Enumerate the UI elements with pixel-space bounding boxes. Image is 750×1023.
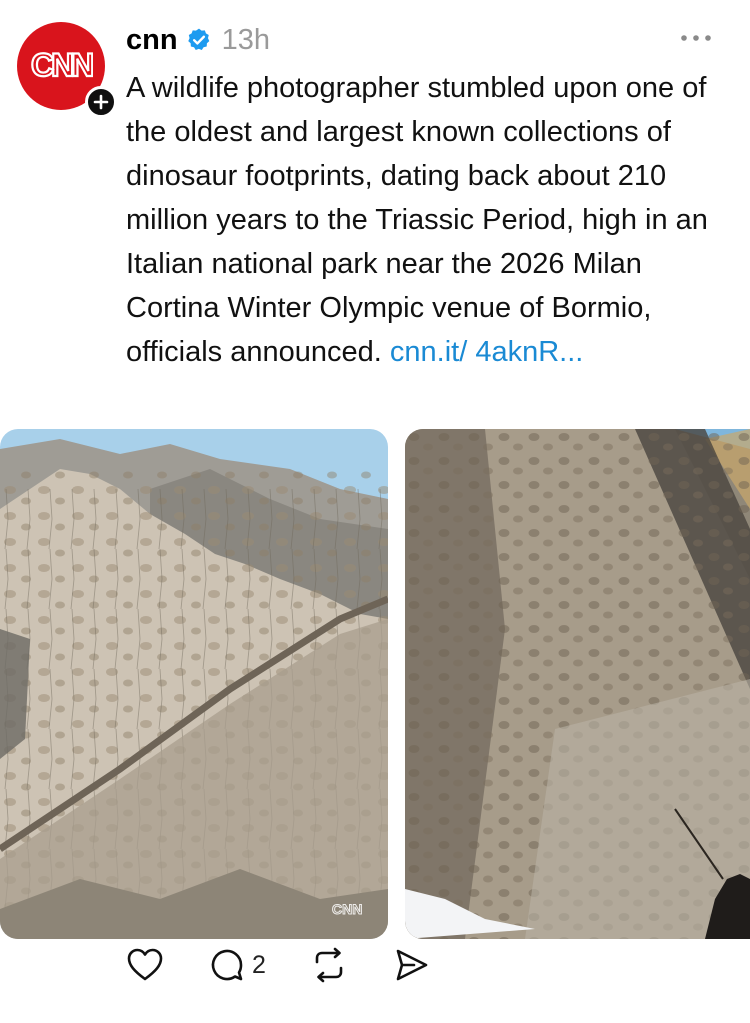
reply-count: 2	[252, 950, 266, 979]
rock-face-photo-2	[405, 429, 750, 939]
post-timestamp: 13h	[221, 23, 270, 56]
repost-icon	[315, 947, 343, 983]
reply-button[interactable]: 2	[208, 945, 266, 985]
post-image-2[interactable]	[405, 429, 750, 939]
rock-face-photo-1: CNN	[0, 429, 388, 939]
share-button[interactable]	[392, 945, 430, 985]
comment-icon	[211, 949, 243, 981]
send-icon	[396, 949, 428, 981]
post-link[interactable]: cnn.it/ 4aknR...	[390, 336, 583, 368]
username[interactable]: cnn	[126, 24, 178, 57]
follow-button[interactable]	[85, 86, 117, 118]
repost-button[interactable]	[310, 945, 348, 985]
post-body-text: A wildlife photographer stumbled upon on…	[126, 72, 708, 368]
avatar[interactable]: CNN	[17, 22, 117, 118]
heart-icon	[127, 948, 163, 981]
cnn-logo-icon: CNN	[31, 48, 93, 82]
action-bar: 2	[126, 945, 474, 985]
svg-text:CNN: CNN	[31, 48, 92, 82]
verified-badge-icon	[187, 28, 209, 50]
post-body: A wildlife photographer stumbled upon on…	[126, 66, 736, 374]
like-button[interactable]	[126, 945, 164, 985]
more-options-icon[interactable]	[676, 30, 716, 46]
post-image-1[interactable]: CNN	[0, 429, 388, 939]
post-header: cnn 13h	[126, 20, 726, 60]
plus-icon	[93, 94, 109, 110]
image-watermark: CNN	[332, 901, 362, 917]
